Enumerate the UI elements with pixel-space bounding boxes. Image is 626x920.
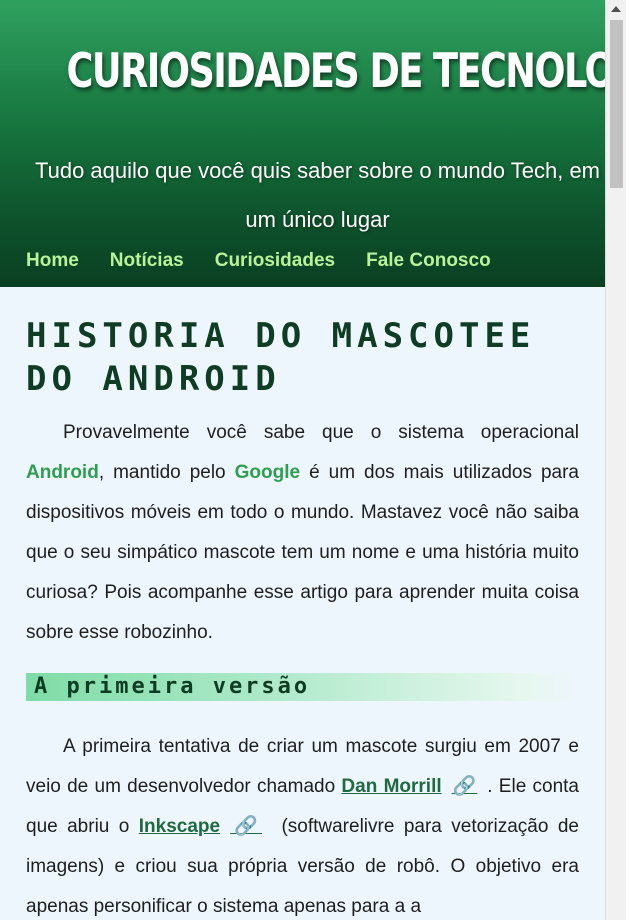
- nav-home[interactable]: Home: [26, 250, 79, 272]
- article-title: Historia do Mascotee do Android: [26, 316, 536, 399]
- link-icon: 🔗: [451, 776, 478, 797]
- page: CURIOSIDADES DE TECNOLOGIA Tudo aquilo q…: [0, 0, 605, 920]
- intro-text-3: é um dos mais utilizados para dispositiv…: [26, 462, 580, 643]
- section-heading-primeira-versao: A primeira versão: [26, 673, 579, 701]
- inkscape-link[interactable]: Inkscape 🔗: [139, 816, 272, 837]
- site-header: CURIOSIDADES DE TECNOLOGIA Tudo aquilo q…: [0, 0, 605, 287]
- scrollbar-thumb[interactable]: [610, 20, 623, 188]
- nav-noticias[interactable]: Notícias: [110, 250, 184, 272]
- google-highlight: Google: [234, 462, 301, 483]
- dan-morrill-label: Dan Morrill: [341, 776, 442, 797]
- article: Historia do Mascotee do Android Provavel…: [0, 315, 605, 920]
- site-subtitle: Tudo aquilo que você quis saber sobre o …: [34, 158, 601, 232]
- inkscape-label: Inkscape: [138, 816, 221, 837]
- chevron-up-icon[interactable]: [611, 6, 621, 12]
- nav-curiosidades[interactable]: Curiosidades: [215, 250, 335, 272]
- intro-paragraph: Provavelmente você sabe que o sistema op…: [26, 413, 579, 653]
- dan-morrill-link[interactable]: Dan Morrill 🔗: [341, 776, 487, 797]
- android-highlight: Android: [26, 462, 99, 483]
- section1-paragraph: A primeira tentativa de criar um mascote…: [26, 727, 579, 920]
- nav-fale-conosco[interactable]: Fale Conosco: [366, 250, 491, 272]
- site-title: CURIOSIDADES DE TECNOLOGIA: [66, 44, 605, 99]
- main-nav: Home Notícias Curiosidades Fale Conosco: [26, 250, 522, 272]
- intro-text-1: Provavelmente você sabe que o sistema op…: [63, 422, 579, 443]
- scrollbar[interactable]: [605, 0, 626, 920]
- link-icon: 🔗: [230, 816, 263, 837]
- intro-text-2: , mantido pelo: [98, 462, 235, 483]
